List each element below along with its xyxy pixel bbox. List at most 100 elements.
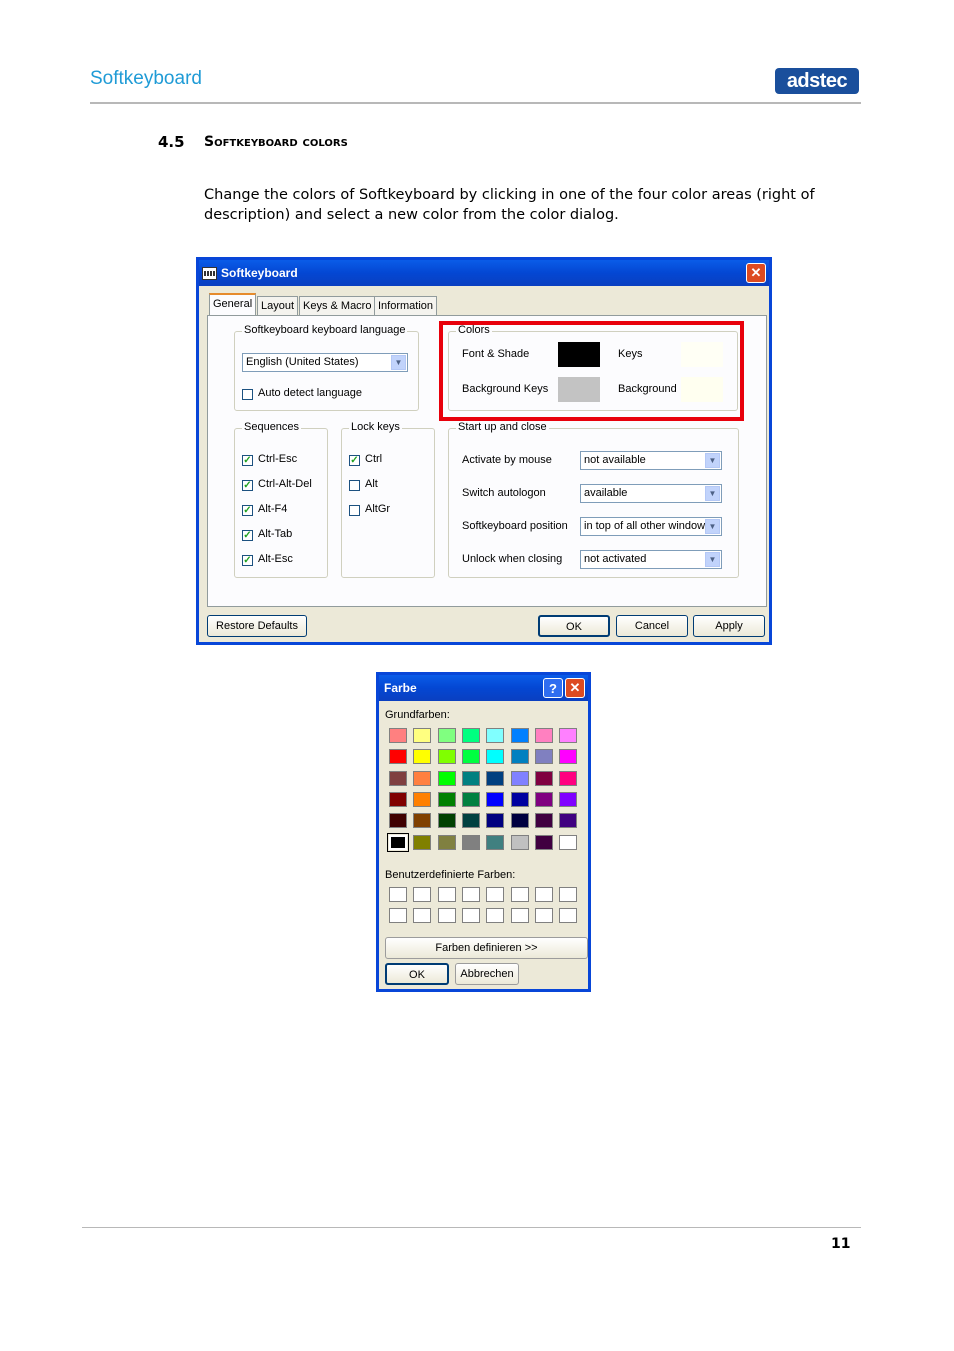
startup-row-select[interactable]: in top of all other windows ▼ — [580, 517, 722, 536]
custom-color-cell[interactable] — [559, 887, 578, 902]
basic-color-cell[interactable] — [389, 770, 407, 786]
cancel-button[interactable]: Cancel — [616, 615, 688, 637]
basic-color-cell[interactable] — [389, 813, 407, 829]
basic-color-cell[interactable] — [437, 749, 456, 765]
startup-row-select[interactable]: available ▼ — [580, 484, 722, 503]
basic-color-cell[interactable] — [559, 834, 578, 850]
basic-color-cell[interactable] — [559, 813, 578, 829]
custom-color-cell[interactable] — [486, 887, 505, 902]
language-select[interactable]: English (United States) ▼ — [242, 353, 408, 372]
basic-color-cell[interactable] — [510, 813, 529, 829]
basic-color-cell[interactable] — [413, 749, 432, 765]
basic-colors-label: Grundfarben: — [385, 709, 450, 721]
basic-color-cell[interactable] — [559, 770, 578, 786]
basic-color-cell[interactable] — [486, 770, 505, 786]
basic-color-cell[interactable] — [534, 834, 553, 850]
chevron-down-icon[interactable]: ▼ — [705, 453, 720, 468]
lock-key-1-checkbox[interactable] — [349, 480, 360, 491]
basic-color-cell[interactable] — [486, 749, 505, 765]
custom-color-cell[interactable] — [461, 908, 480, 923]
tab-general[interactable]: General — [209, 293, 257, 316]
startup-row-select[interactable]: not activated ▼ — [580, 550, 722, 569]
basic-color-cell[interactable] — [559, 728, 578, 743]
basic-color-cell[interactable] — [437, 770, 456, 786]
basic-color-cell[interactable] — [461, 749, 480, 765]
basic-color-cell[interactable] — [534, 770, 553, 786]
color-dialog-titlebar[interactable]: Farbe ? ✕ — [379, 675, 588, 701]
sequence-0-checkbox[interactable]: ✓ — [242, 455, 253, 466]
basic-color-cell[interactable] — [461, 728, 480, 743]
custom-color-cell[interactable] — [559, 908, 578, 923]
basic-color-cell[interactable] — [510, 834, 529, 850]
basic-color-cell[interactable] — [413, 770, 432, 786]
color-cancel-button[interactable]: Abbrechen — [455, 963, 519, 985]
lock-key-0-checkbox[interactable]: ✓ — [349, 455, 360, 466]
chevron-down-icon[interactable]: ▼ — [705, 552, 720, 567]
softkeyboard-titlebar[interactable]: Softkeyboard ✕ — [199, 260, 769, 286]
basic-color-cell[interactable] — [510, 728, 529, 743]
custom-color-cell[interactable] — [413, 908, 432, 923]
basic-color-cell[interactable] — [413, 834, 432, 850]
basic-color-cell[interactable] — [486, 834, 505, 850]
basic-color-cell[interactable] — [461, 813, 480, 829]
basic-color-cell[interactable] — [437, 728, 456, 743]
chevron-down-icon[interactable]: ▼ — [391, 355, 406, 370]
basic-color-cell[interactable] — [510, 770, 529, 786]
custom-color-cell[interactable] — [510, 887, 529, 902]
sequence-4-checkbox[interactable]: ✓ — [242, 555, 253, 566]
basic-color-cell[interactable] — [534, 791, 553, 807]
basic-color-cell[interactable] — [387, 832, 409, 852]
basic-color-cell[interactable] — [510, 749, 529, 765]
basic-color-cell[interactable] — [437, 813, 456, 829]
basic-color-cell[interactable] — [389, 728, 407, 743]
custom-color-cell[interactable] — [389, 887, 407, 902]
basic-color-cell[interactable] — [413, 728, 432, 743]
custom-color-cell[interactable] — [510, 908, 529, 923]
close-icon[interactable]: ✕ — [746, 263, 766, 283]
basic-color-cell[interactable] — [534, 728, 553, 743]
basic-color-cell[interactable] — [486, 813, 505, 829]
custom-color-cell[interactable] — [461, 887, 480, 902]
apply-button[interactable]: Apply — [693, 615, 765, 637]
basic-color-cell[interactable] — [559, 749, 578, 765]
basic-color-cell[interactable] — [461, 791, 480, 807]
basic-color-cell[interactable] — [486, 728, 505, 743]
sequence-2-checkbox[interactable]: ✓ — [242, 505, 253, 516]
help-icon[interactable]: ? — [543, 678, 563, 698]
basic-color-cell[interactable] — [413, 813, 432, 829]
basic-color-cell[interactable] — [413, 791, 432, 807]
basic-color-cell[interactable] — [534, 749, 553, 765]
auto-detect-checkbox[interactable] — [242, 389, 253, 400]
tab-layout[interactable]: Layout — [257, 296, 299, 315]
custom-color-cell[interactable] — [437, 908, 456, 923]
custom-color-cell[interactable] — [534, 887, 553, 902]
tab-information[interactable]: Information — [374, 296, 438, 315]
define-colors-button[interactable]: Farben definieren >> — [385, 937, 588, 959]
chevron-down-icon[interactable]: ▼ — [705, 486, 720, 501]
ok-button[interactable]: OK — [538, 615, 610, 637]
basic-color-cell[interactable] — [510, 791, 529, 807]
basic-color-cell[interactable] — [559, 791, 578, 807]
close-icon[interactable]: ✕ — [565, 678, 585, 698]
basic-color-cell[interactable] — [437, 834, 456, 850]
custom-color-cell[interactable] — [534, 908, 553, 923]
custom-color-cell[interactable] — [437, 887, 456, 902]
basic-color-cell[interactable] — [437, 791, 456, 807]
startup-row-select[interactable]: not available ▼ — [580, 451, 722, 470]
sequence-1-checkbox[interactable]: ✓ — [242, 480, 253, 491]
restore-defaults-button[interactable]: Restore Defaults — [207, 615, 307, 637]
basic-color-cell[interactable] — [486, 791, 505, 807]
custom-color-cell[interactable] — [486, 908, 505, 923]
basic-color-cell[interactable] — [534, 813, 553, 829]
custom-color-cell[interactable] — [413, 887, 432, 902]
chevron-down-icon[interactable]: ▼ — [705, 519, 720, 534]
custom-color-cell[interactable] — [389, 908, 407, 923]
lock-key-2-checkbox[interactable] — [349, 505, 360, 516]
basic-color-cell[interactable] — [461, 834, 480, 850]
sequence-3-checkbox[interactable]: ✓ — [242, 530, 253, 541]
basic-color-cell[interactable] — [389, 791, 407, 807]
basic-color-cell[interactable] — [461, 770, 480, 786]
color-ok-button[interactable]: OK — [385, 963, 449, 985]
tab-keys-macro[interactable]: Keys & Macro — [299, 296, 376, 315]
basic-color-cell[interactable] — [389, 749, 407, 765]
